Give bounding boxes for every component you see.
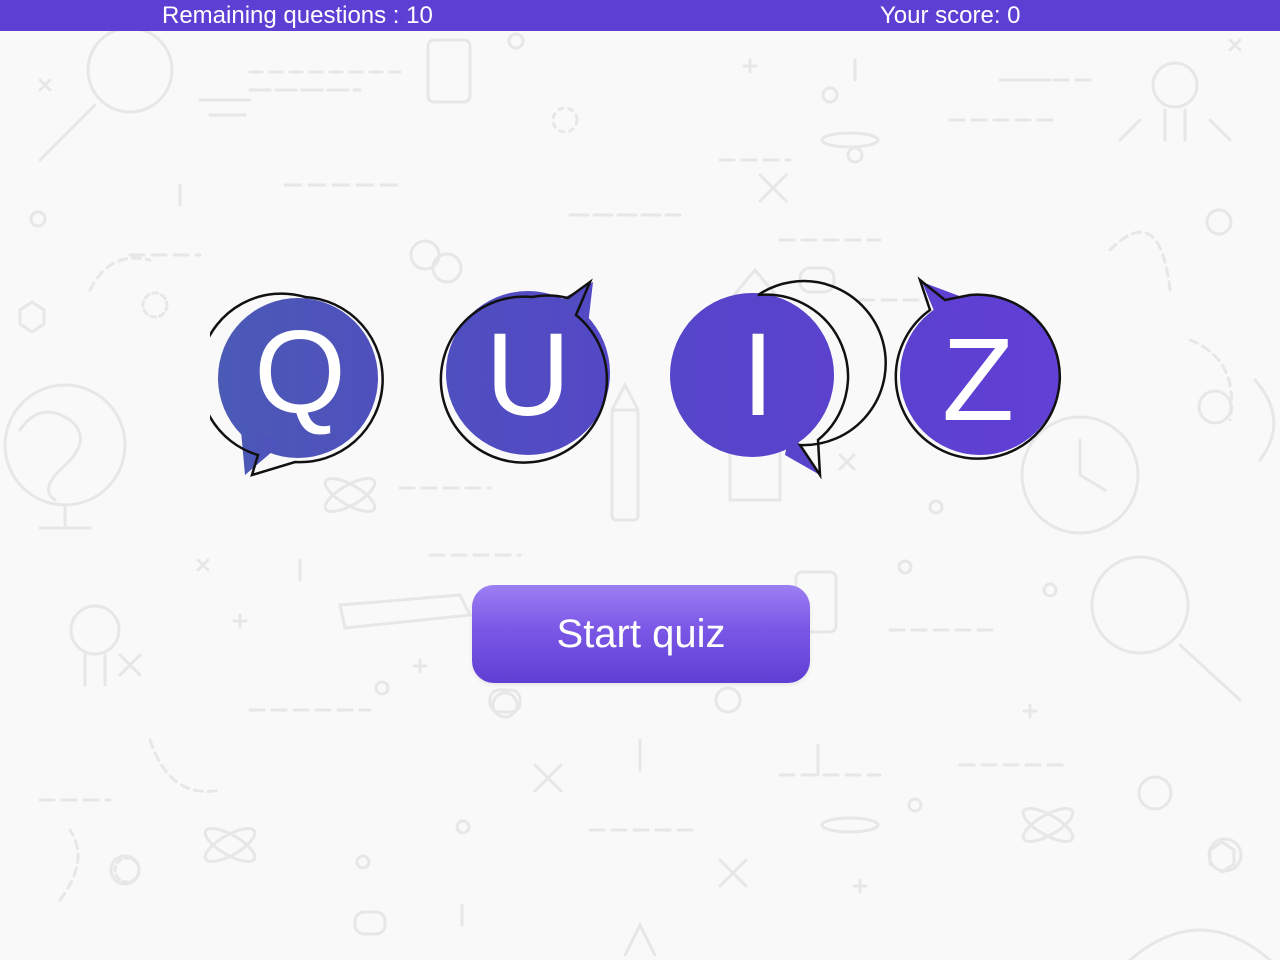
- logo-letter-u: U: [485, 309, 570, 441]
- quiz-logo: Q U I Z: [210, 276, 1062, 480]
- status-bar: Remaining questions : 10 Your score: 0: [0, 0, 1280, 31]
- logo-bubble-q: Q: [210, 292, 384, 477]
- logo-bubble-z: Z: [894, 276, 1062, 460]
- logo-letter-z: Z: [942, 314, 1014, 446]
- logo-letter-i: I: [742, 309, 775, 441]
- logo-bubble-u: U: [439, 278, 610, 464]
- remaining-questions-label: Remaining questions : 10: [162, 2, 433, 29]
- quiz-start-screen: Remaining questions : 10 Your score: 0 Q…: [0, 0, 1280, 960]
- start-quiz-button[interactable]: Start quiz: [472, 585, 810, 683]
- score-label: Your score: 0: [880, 2, 1021, 29]
- logo-letter-q: Q: [254, 306, 346, 438]
- logo-bubble-i: I: [670, 279, 887, 480]
